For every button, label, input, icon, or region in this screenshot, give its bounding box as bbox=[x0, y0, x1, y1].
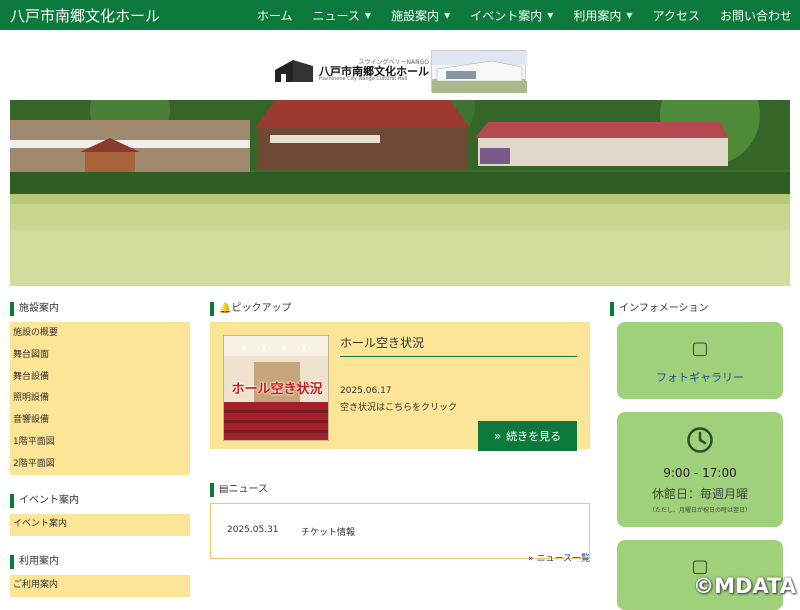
sidebar-item-facilities-3[interactable]: 照明設備 bbox=[10, 388, 190, 410]
sidebar-item-facilities-6[interactable]: 2階平面図 bbox=[10, 454, 190, 476]
sidebar-item-facilities-5[interactable]: 1階平面図 bbox=[10, 432, 190, 454]
site-title[interactable]: 八戸市南郷文化ホール bbox=[0, 5, 160, 26]
nav-item-3[interactable]: イベント案内 ▼ bbox=[470, 7, 553, 24]
sidebar-item-facilities-4[interactable]: 音響設備 bbox=[10, 410, 190, 432]
pickup-description: 空き状況はこちらをクリック bbox=[340, 400, 457, 413]
nav-item-label: ホーム bbox=[257, 7, 293, 24]
main-content: 🔔ピックアップ ホール空き状況 ホール空き状況 2025.06.17 空き状況は… bbox=[210, 302, 590, 559]
camera-icon: ▢ bbox=[617, 338, 783, 359]
info-heading: インフォメーション bbox=[610, 302, 790, 316]
hours-card: 9:00 - 17:00 休館日：毎週月曜 （ただし、月曜日が祝日の時は翌日） bbox=[617, 412, 783, 527]
closed-day: 休館日：毎週月曜 bbox=[617, 485, 783, 502]
news-date: 2025.05.31 bbox=[227, 525, 279, 535]
news-all-link[interactable]: » ニュース一覧 bbox=[528, 551, 590, 564]
events-menu: イベント案内 bbox=[10, 514, 190, 536]
building-logo-icon bbox=[273, 56, 315, 86]
sidebar-item-facilities-0[interactable]: 施設の概要 bbox=[10, 323, 190, 345]
facilities-menu: 施設の概要舞台図面舞台設備照明設備音響設備1階平面図2階平面図 bbox=[10, 322, 190, 475]
news-item-link[interactable]: チケット情報 bbox=[301, 525, 355, 538]
nav-item-label: お問い合わせ bbox=[720, 7, 792, 24]
nav-item-4[interactable]: 利用案内 ▼ bbox=[573, 7, 632, 24]
opening-hours: 9:00 - 17:00 bbox=[617, 466, 783, 480]
site-logo[interactable]: スウィングベリーNANGO 八戸市南郷文化ホール Hachinohe City … bbox=[273, 50, 526, 92]
news-all-label: ニュース一覧 bbox=[536, 554, 590, 564]
closed-day-note: （ただし、月曜日が祝日の時は翌日） bbox=[617, 505, 783, 514]
double-chevron-right-icon: » bbox=[528, 554, 534, 564]
pickup-date: 2025.06.17 bbox=[340, 386, 392, 396]
read-more-label: 続きを見る bbox=[506, 428, 561, 444]
nav-item-2[interactable]: 施設案内 ▼ bbox=[391, 7, 450, 24]
news-heading: ▤ニュース bbox=[210, 483, 590, 497]
hero-image bbox=[10, 100, 790, 286]
nav-item-label: ニュース bbox=[313, 7, 360, 24]
thumbnail-caption: ホール空き状況 bbox=[224, 378, 329, 397]
logo-building-photo bbox=[431, 50, 526, 92]
nav-item-1[interactable]: ニュース ▼ bbox=[313, 7, 372, 24]
usage-menu: ご利用案内 bbox=[10, 575, 190, 597]
usage-heading: 利用案内 bbox=[10, 555, 190, 569]
nav-item-label: 利用案内 bbox=[573, 7, 621, 24]
photo-gallery-card[interactable]: ▢ フォトギャラリー bbox=[617, 322, 783, 399]
sidebar-item-usage-0[interactable]: ご利用案内 bbox=[10, 575, 190, 597]
main-nav: ホーム ニュース ▼ 施設案内 ▼ イベント案内 ▼ 利用案内 ▼ アクセス お問い合わせ bbox=[237, 0, 792, 30]
nav-item-6[interactable]: お問い合わせ bbox=[720, 7, 792, 24]
double-chevron-right-icon: » bbox=[494, 429, 501, 443]
chevron-down-icon: ▼ bbox=[365, 11, 371, 20]
watermark: ©MDATA bbox=[693, 574, 796, 598]
facilities-heading: 施設案内 bbox=[10, 302, 190, 316]
nav-item-0[interactable]: ホーム bbox=[257, 7, 293, 24]
nav-item-5[interactable]: アクセス bbox=[653, 7, 700, 24]
nav-item-label: イベント案内 bbox=[470, 7, 542, 24]
nav-item-label: アクセス bbox=[653, 7, 700, 24]
pickup-thumbnail[interactable]: ホール空き状況 bbox=[223, 335, 329, 441]
pickup-heading-text: ピックアップ bbox=[231, 303, 291, 314]
chevron-down-icon: ▼ bbox=[444, 11, 450, 20]
left-sidebar: 施設案内 施設の概要舞台図面舞台設備照明設備音響設備1階平面図2階平面図 イベン… bbox=[10, 302, 190, 597]
events-heading: イベント案内 bbox=[10, 494, 190, 508]
photo-gallery-label: フォトギャラリー bbox=[617, 369, 783, 385]
news-heading-text: ニュース bbox=[228, 484, 268, 495]
logo-english-text: Hachinohe City Nango Cultural Hall bbox=[319, 77, 429, 82]
sidebar-item-facilities-2[interactable]: 舞台設備 bbox=[10, 367, 190, 389]
sidebar-item-events-0[interactable]: イベント案内 bbox=[10, 514, 190, 536]
chevron-down-icon: ▼ bbox=[547, 11, 553, 20]
top-navigation-bar: 八戸市南郷文化ホール ホーム ニュース ▼ 施設案内 ▼ イベント案内 ▼ 利用案内 ▼ アクセス… bbox=[0, 0, 800, 30]
nav-item-label: 施設案内 bbox=[391, 7, 439, 24]
right-sidebar: インフォメーション ▢ フォトギャラリー 9:00 - 17:00 休館日：毎週… bbox=[610, 302, 790, 610]
pickup-heading: 🔔ピックアップ bbox=[210, 302, 590, 316]
chevron-down-icon: ▼ bbox=[626, 11, 632, 20]
sidebar-item-facilities-1[interactable]: 舞台図面 bbox=[10, 345, 190, 367]
bell-icon: 🔔 bbox=[219, 303, 231, 314]
read-more-button[interactable]: » 続きを見る bbox=[478, 421, 577, 451]
pickup-card[interactable]: ホール空き状況 ホール空き状況 2025.06.17 空き状況はこちらをクリック… bbox=[210, 322, 590, 449]
pickup-title[interactable]: ホール空き状況 bbox=[340, 334, 577, 357]
clock-icon bbox=[617, 426, 783, 458]
